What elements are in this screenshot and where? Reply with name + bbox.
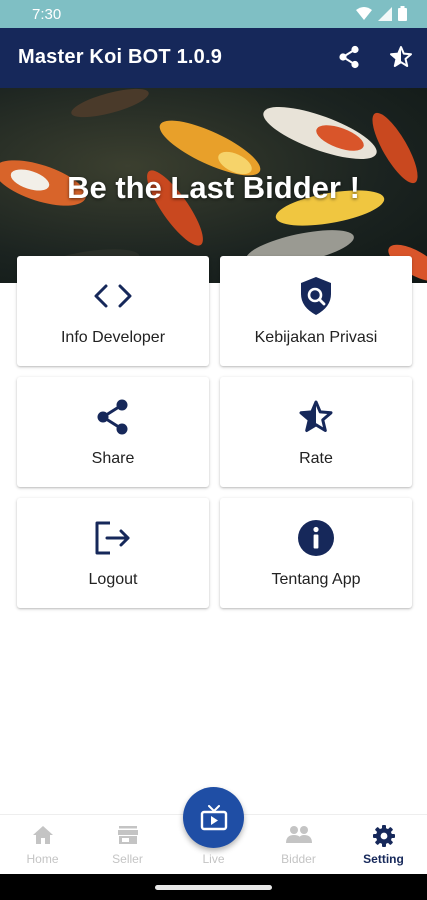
people-icon [285,826,312,843]
card-label: Share [91,450,135,467]
nav-item-setting[interactable]: Setting [341,815,426,875]
info-icon [298,520,334,556]
nav-label: Setting [363,852,404,866]
info-developer-card[interactable]: Info Developer [17,256,209,366]
home-gesture-handle[interactable] [155,885,272,890]
signal-icon [378,6,392,21]
logout-card[interactable]: Logout [17,498,209,608]
privacy-policy-card[interactable]: Kebijakan Privasi [220,256,412,366]
share-button[interactable] [336,44,362,70]
nav-item-seller[interactable]: Seller [85,815,170,875]
battery-icon [398,6,407,21]
star-half-icon [299,400,333,432]
nav-item-bidder[interactable]: Bidder [256,815,341,875]
share-icon [339,45,359,69]
tv-icon [200,804,227,830]
card-label: Tentang App [271,571,361,588]
card-label: Info Developer [60,329,166,346]
card-label: Kebijakan Privasi [254,329,378,346]
card-label: Logout [88,571,138,588]
app-bar: Master Koi BOT 1.0.9 [0,28,427,88]
hero-banner: Be the Last Bidder ! [0,88,427,283]
system-navigation-bar [0,874,427,900]
nav-label: Bidder [281,852,316,866]
hero-title: Be the Last Bidder ! [67,170,360,205]
store-icon [117,826,138,844]
shield-search-icon [301,277,331,315]
live-fab-button[interactable] [183,787,244,848]
status-time: 7:30 [32,6,62,23]
app-title: Master Koi BOT 1.0.9 [18,46,223,68]
nav-item-home[interactable]: Home [0,815,85,875]
code-icon [94,284,132,308]
card-label: Rate [299,450,333,467]
nav-label: Seller [112,852,143,866]
home-icon [32,826,53,844]
nav-label: Home [26,852,59,866]
share-card[interactable]: Share [17,377,209,487]
nav-label: Live [202,852,225,866]
about-app-card[interactable]: Tentang App [220,498,412,608]
status-bar: 7:30 [0,0,427,28]
status-icons [356,6,407,21]
logout-icon [95,521,130,555]
star-half-icon [390,46,412,67]
rate-card[interactable]: Rate [220,377,412,487]
rate-button[interactable] [388,44,414,70]
share-icon [97,399,128,435]
gear-icon [372,825,395,847]
wifi-icon [356,6,372,20]
